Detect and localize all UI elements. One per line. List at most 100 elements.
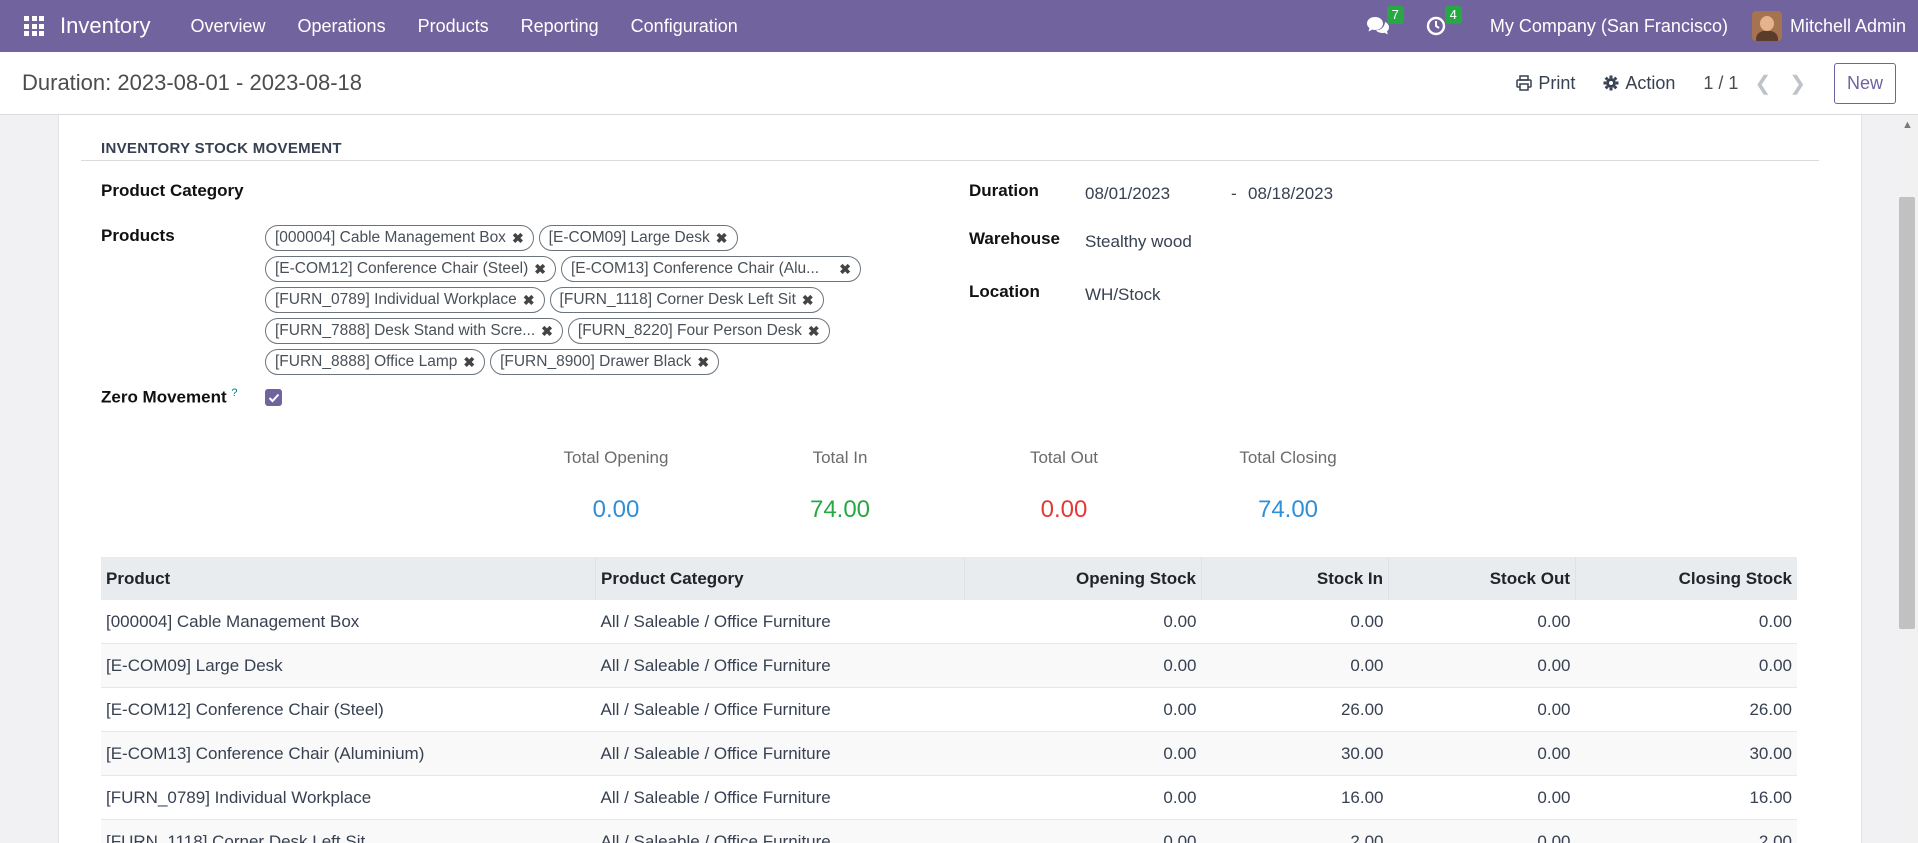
column-header-stock-out[interactable]: Stock Out	[1388, 557, 1576, 600]
column-header-product[interactable]: Product	[101, 557, 596, 600]
column-header-stock-in[interactable]: Stock In	[1201, 557, 1389, 600]
table-header-row: Product Product Category Opening Stock S…	[101, 557, 1797, 600]
products-label: Products	[101, 226, 175, 245]
product-category-label: Product Category	[101, 181, 244, 200]
control-panel: Duration: 2023-08-01 - 2023-08-18 Print	[0, 52, 1918, 115]
cell-opening: 0.00	[964, 600, 1202, 644]
user-menu[interactable]: Mitchell Admin	[1790, 16, 1906, 37]
cell-product: [000004] Cable Management Box	[101, 600, 596, 644]
cell-out: 0.00	[1388, 600, 1576, 644]
table-row[interactable]: [000004] Cable Management Box All / Sale…	[101, 600, 1797, 644]
scrollbar-thumb[interactable]	[1899, 197, 1915, 629]
breadcrumb: Duration: 2023-08-01 - 2023-08-18	[22, 70, 363, 95]
column-header-opening-stock[interactable]: Opening Stock	[964, 557, 1202, 600]
zero-movement-checkbox[interactable]	[265, 389, 282, 406]
product-tag: [FURN_8220] Four Person Desk ✖	[567, 318, 830, 344]
cell-opening: 0.00	[964, 643, 1202, 688]
zero-movement-label-text: Zero Movement	[101, 387, 227, 407]
user-avatar[interactable]	[1751, 11, 1782, 41]
help-tooltip-icon[interactable]: ?	[231, 387, 237, 399]
product-tag: [E-COM09] Large Desk ✖	[538, 225, 738, 251]
messages-button[interactable]: 7	[1366, 6, 1404, 38]
cell-in: 0.00	[1201, 600, 1389, 644]
cell-out: 0.00	[1388, 819, 1576, 843]
tag-label: [E-COM13] Conference Chair (Alu...	[571, 260, 820, 277]
cell-category: All / Saleable / Office Furniture	[595, 643, 965, 688]
action-button[interactable]: Action	[1603, 73, 1675, 94]
menu-overview[interactable]: Overview	[175, 16, 282, 37]
remove-tag-icon[interactable]: ✖	[541, 321, 553, 341]
tag-label: [E-COM09] Large Desk	[548, 229, 710, 246]
total-out-label: Total Out	[1029, 448, 1099, 467]
menu-configuration[interactable]: Configuration	[615, 16, 754, 37]
table-row[interactable]: [FURN_0789] Individual Workplace All / S…	[101, 775, 1797, 820]
product-tag: [000004] Cable Management Box ✖	[265, 225, 534, 251]
product-tag: [FURN_7888] Desk Stand with Scre... ✖	[265, 318, 563, 344]
cell-product: [E-COM12] Conference Chair (Steel)	[101, 687, 596, 732]
remove-tag-icon[interactable]: ✖	[534, 259, 546, 279]
pager-previous-icon[interactable]: ❮	[1754, 71, 1771, 96]
table-row[interactable]: [FURN_1118] Corner Desk Left Sit All / S…	[101, 819, 1797, 843]
product-tag: [FURN_8900] Drawer Black ✖	[490, 349, 720, 375]
total-out-value: 0.00	[1040, 496, 1088, 523]
cell-opening: 0.00	[964, 775, 1202, 820]
cell-closing: 16.00	[1575, 775, 1797, 820]
cell-opening: 0.00	[964, 687, 1202, 732]
total-opening: Total Opening 0.00	[516, 448, 716, 524]
print-button[interactable]: Print	[1516, 73, 1575, 94]
messages-count-badge: 7	[1386, 6, 1404, 24]
total-opening-label: Total Opening	[563, 448, 669, 467]
menu-operations[interactable]: Operations	[282, 16, 402, 37]
tag-label: [FURN_1118] Corner Desk Left Sit	[559, 291, 796, 308]
cell-category: All / Saleable / Office Furniture	[595, 731, 965, 776]
location-field[interactable]: WH/Stock	[1085, 285, 1161, 305]
duration-separator: -	[1231, 184, 1237, 203]
duration-from-field[interactable]: 08/01/2023	[1085, 184, 1170, 204]
remove-tag-icon[interactable]: ✖	[808, 321, 820, 341]
remove-tag-icon[interactable]: ✖	[463, 352, 475, 372]
cell-category: All / Saleable / Office Furniture	[595, 600, 965, 644]
top-navbar: Inventory Overview Operations Products R…	[0, 0, 1918, 52]
stock-movement-table: Product Product Category Opening Stock S…	[101, 557, 1797, 843]
product-tag: [FURN_8888] Office Lamp ✖	[265, 349, 486, 375]
section-divider	[81, 160, 1819, 161]
remove-tag-icon[interactable]: ✖	[697, 352, 709, 372]
cell-product: [FURN_0789] Individual Workplace	[101, 775, 596, 820]
duration-to-field[interactable]: 08/18/2023	[1248, 184, 1333, 204]
cell-closing: 30.00	[1575, 731, 1797, 776]
menu-products[interactable]: Products	[402, 16, 505, 37]
location-label: Location	[969, 282, 1040, 301]
products-tag-list[interactable]: [000004] Cable Management Box ✖ [E-COM09]…	[265, 225, 945, 375]
new-button[interactable]: New	[1833, 62, 1896, 104]
column-header-product-category[interactable]: Product Category	[595, 557, 965, 600]
cell-out: 0.00	[1388, 775, 1576, 820]
product-tag: [E-COM13] Conference Chair (Alu... ✖	[561, 256, 861, 282]
remove-tag-icon[interactable]: ✖	[802, 290, 814, 310]
total-closing-value: 74.00	[1257, 496, 1319, 523]
warehouse-label: Warehouse	[969, 229, 1061, 248]
table-row[interactable]: [E-COM09] Large Desk All / Saleable / Of…	[101, 643, 1797, 688]
check-icon	[268, 393, 279, 402]
apps-menu-icon[interactable]	[24, 16, 44, 36]
app-brand[interactable]: Inventory	[60, 13, 151, 39]
warehouse-field[interactable]: Stealthy wood	[1085, 232, 1192, 252]
table-row[interactable]: [E-COM13] Conference Chair (Aluminium) A…	[101, 731, 1797, 776]
table-row[interactable]: [E-COM12] Conference Chair (Steel) All /…	[101, 687, 1797, 732]
company-switcher[interactable]: My Company (San Francisco)	[1490, 16, 1728, 37]
scroll-up-arrow-icon[interactable]: ▲	[1902, 119, 1913, 131]
remove-tag-icon[interactable]: ✖	[512, 228, 524, 248]
cell-closing: 2.00	[1575, 819, 1797, 843]
pager-value[interactable]: 1 / 1	[1703, 73, 1738, 94]
activities-button[interactable]: 4	[1424, 6, 1462, 38]
tag-label: [000004] Cable Management Box	[275, 229, 506, 246]
remove-tag-icon[interactable]: ✖	[716, 228, 728, 248]
pager-next-icon[interactable]: ❯	[1789, 71, 1806, 96]
vertical-scrollbar[interactable]: ▲	[1896, 115, 1918, 843]
menu-reporting[interactable]: Reporting	[505, 16, 615, 37]
column-header-closing-stock[interactable]: Closing Stock	[1575, 557, 1797, 600]
remove-tag-icon[interactable]: ✖	[839, 259, 851, 279]
print-icon	[1516, 75, 1533, 91]
remove-tag-icon[interactable]: ✖	[523, 290, 535, 310]
activities-count-badge: 4	[1444, 6, 1462, 24]
gear-icon	[1603, 75, 1619, 91]
